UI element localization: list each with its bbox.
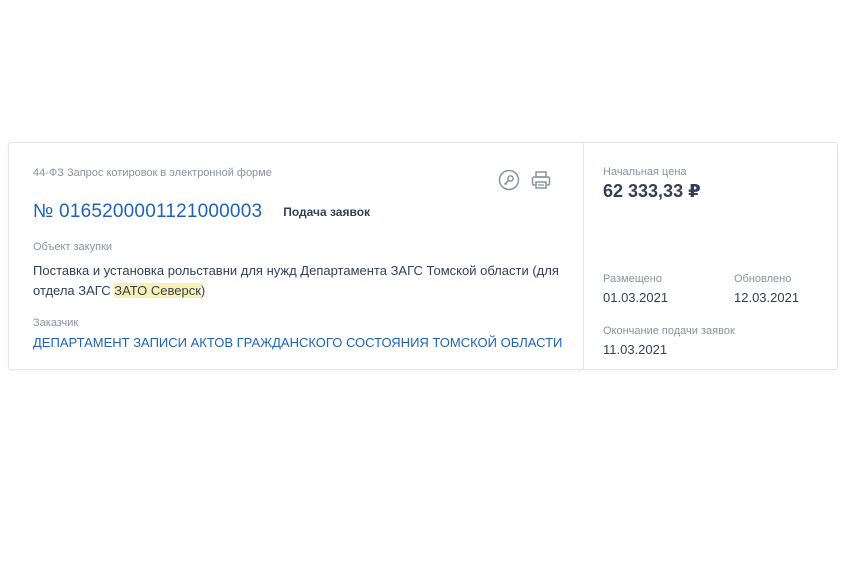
price-value: 62 333,33 ₽	[603, 181, 701, 201]
procurement-summary-section: Начальная цена 62 333,33 ₽ Размещено 01.…	[584, 143, 839, 369]
print-icon[interactable]	[530, 169, 552, 191]
deadline-label: Окончание подачи заявок	[603, 325, 735, 337]
card-actions	[498, 169, 552, 191]
object-description: Поставка и установка рольставни для нужд…	[33, 261, 563, 301]
posted-date: 01.03.2021	[603, 290, 669, 305]
status-badge: Подача заявок	[283, 205, 371, 219]
object-label: Объект закупки	[33, 241, 113, 253]
object-text-part1: Поставка и установка рольставни для нужд…	[33, 263, 559, 298]
object-text-part2: )	[200, 283, 206, 298]
procurement-main-section: 44-ФЗ Запрос котировок в электронной фор…	[9, 143, 584, 369]
updated-label: Обновлено	[734, 273, 792, 285]
updated-date: 12.03.2021	[734, 290, 800, 305]
procurement-number-link[interactable]: № 0165200001121000003	[33, 201, 262, 223]
posted-label: Размещено	[603, 273, 662, 285]
procurement-type-label: 44-ФЗ Запрос котировок в электронной фор…	[33, 167, 272, 179]
customer-label: Заказчик	[33, 317, 79, 329]
object-highlight: ЗАТО Северск	[114, 283, 201, 298]
price-label: Начальная цена	[603, 166, 687, 178]
number-row: № 0165200001121000003 Подача заявок	[33, 201, 370, 223]
key-icon[interactable]	[498, 169, 520, 191]
deadline-date: 11.03.2021	[603, 342, 668, 357]
procurement-card: 44-ФЗ Запрос котировок в электронной фор…	[8, 142, 838, 370]
customer-link[interactable]: ДЕПАРТАМЕНТ ЗАПИСИ АКТОВ ГРАЖДАНСКОГО СО…	[33, 335, 562, 350]
